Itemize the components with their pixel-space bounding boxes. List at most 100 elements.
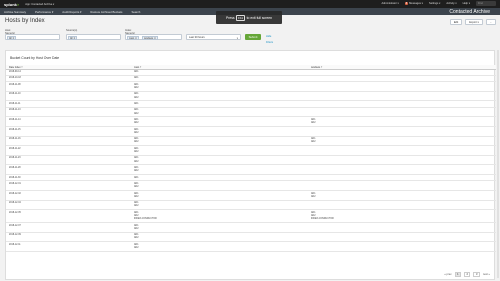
date-cell[interactable]: 2018-12-01 xyxy=(9,183,21,186)
main-cell[interactable]: AD1 AD2 xyxy=(134,93,138,99)
date-cell[interactable]: 2018-11-10 xyxy=(9,93,21,96)
page-2[interactable]: 2 xyxy=(464,272,471,277)
host-value: AD2 xyxy=(311,141,316,144)
windows-cell[interactable]: AD1 AD2 xyxy=(311,138,315,144)
index-token-main[interactable]: main ✕ xyxy=(127,36,139,40)
date-cell[interactable]: 2018-12-02 xyxy=(9,193,21,196)
main-cell[interactable]: AD1 AD2 xyxy=(134,225,138,231)
main-cell[interactable]: AD1 AD2 xyxy=(134,202,138,208)
table-row: 2018-11-15 AD1 AD2 xyxy=(6,127,496,137)
table-row: 2018-12-07 AD1 AD2 xyxy=(6,223,496,233)
host-value: INDEX-CONDUCTOR xyxy=(134,218,157,221)
hide-filters-link[interactable]: Hide Filters xyxy=(266,34,273,46)
date-cell[interactable]: 2018-12-11 xyxy=(9,244,21,247)
splunk-logo[interactable]: splunk> xyxy=(4,2,19,7)
date-cell[interactable]: 2018-11-15 xyxy=(9,129,21,132)
date-cell[interactable]: 2018-10-18 xyxy=(9,77,21,80)
source-multiselect[interactable]: All ✕ xyxy=(66,34,121,40)
date-cell[interactable]: 2018-12-05 xyxy=(9,212,21,215)
prev-page[interactable]: « prev xyxy=(444,273,451,276)
app-menu[interactable]: App: Contacted Archive ▾ xyxy=(25,3,54,6)
table-row: 2018-12-09 AD1 AD2 xyxy=(6,233,496,243)
export-button[interactable]: Export ▾ xyxy=(465,19,483,25)
date-cell[interactable]: 2018-11-23 xyxy=(9,157,21,160)
date-cell[interactable]: 2018-12-07 xyxy=(9,225,21,228)
nav-search[interactable]: Search xyxy=(131,10,140,14)
main-cell[interactable]: AD1 AD2 xyxy=(134,129,138,135)
help-menu[interactable]: Help ▾ xyxy=(463,2,470,5)
windows-cell[interactable]: AD1 AD2 xyxy=(311,119,315,125)
submit-button[interactable]: Submit xyxy=(245,34,261,40)
page-1[interactable]: 1 xyxy=(454,272,462,277)
main-cell[interactable]: AD1 xyxy=(134,103,138,106)
date-cell[interactable]: 2018-11-16 xyxy=(9,138,21,141)
main-cell[interactable]: AD1 AD2 xyxy=(134,148,138,154)
top-bar: splunk> App: Contacted Archive ▾ Adminis… xyxy=(0,0,500,8)
table-row: 2018-12-01 AD1 AD2 xyxy=(6,181,496,191)
main-cell[interactable]: AD1 AD2 xyxy=(134,157,138,163)
host-value: AD2 xyxy=(134,160,139,163)
edit-button[interactable]: Edit xyxy=(449,19,463,25)
main-cell[interactable]: AD1 xyxy=(134,77,138,80)
date-cell[interactable]: 2018-11-30 xyxy=(9,177,21,180)
table-row: 2018-11-13 AD1 AD2 xyxy=(6,108,496,118)
main-cell[interactable]: AD1 AD2 xyxy=(134,138,138,144)
main-cell[interactable]: AD1 AD2 xyxy=(134,84,138,90)
col-windows[interactable]: windows ˅ xyxy=(311,66,322,69)
nav-audit-reports[interactable]: Audit Reports ▾ xyxy=(62,10,81,14)
results-panel: Bucket Count by Host Over Date Date Inde… xyxy=(5,50,496,280)
date-cell[interactable]: 2018-11-13 xyxy=(9,109,21,112)
date-cell[interactable]: 2018-11-22 xyxy=(9,148,21,151)
table-row: 2018-11-16 AD1 AD2 AD1 AD2 xyxy=(6,137,496,147)
host-token[interactable]: All ✕ xyxy=(7,36,17,40)
index-multiselect[interactable]: main ✕ windows ✕ xyxy=(125,34,182,40)
time-picker[interactable]: Last 30 hours ▾ xyxy=(186,34,241,40)
settings-menu[interactable]: Settings ▾ xyxy=(429,2,440,5)
main-cell[interactable]: AD1 AD2 xyxy=(134,119,138,125)
date-cell[interactable]: 2018-11-28 xyxy=(9,167,21,170)
page-3[interactable]: 3 xyxy=(473,272,480,277)
host-value: AD2 xyxy=(134,170,139,173)
admin-menu[interactable]: Administrator ▾ xyxy=(381,2,398,5)
table-body: 2018-09-14 AD1 2018-10-18 AD1 2018-11-08 AD1 A… xyxy=(6,70,496,252)
nav-restore-archived-buckets[interactable]: Restore Archived Buckets xyxy=(90,10,122,14)
host-value: AD2 xyxy=(311,195,316,198)
app-title: Contacted Archive xyxy=(449,9,490,15)
vertical-scrollbar[interactable] xyxy=(497,50,499,278)
date-cell[interactable]: 2018-11-14 xyxy=(9,119,21,122)
date-cell[interactable]: 2018-09-14 xyxy=(9,71,21,74)
find-input[interactable]: Find xyxy=(476,1,496,6)
col-date-index[interactable]: Date Index ˅ xyxy=(9,66,23,69)
main-cell[interactable]: AD1 xyxy=(134,71,138,74)
main-cell[interactable]: AD1 AD2 xyxy=(134,244,138,250)
main-cell[interactable]: AD1 AD2 xyxy=(134,183,138,189)
host-multiselect[interactable]: All ✕ xyxy=(5,34,60,40)
main-cell[interactable]: AD1 AD2 xyxy=(134,109,138,115)
table-row: 2018-11-14 AD1 AD2 AD1 AD2 xyxy=(6,117,496,128)
main-cell[interactable]: AD1 xyxy=(134,177,138,180)
main-cell[interactable]: AD1 AD2 xyxy=(134,193,138,199)
windows-cell[interactable]: AD1 AD2 xyxy=(311,193,315,199)
source-token[interactable]: All ✕ xyxy=(68,36,78,40)
nav-performance[interactable]: Performance ▾ xyxy=(35,10,53,14)
index-token-windows[interactable]: windows ✕ xyxy=(142,36,158,40)
table-row: 2018-12-05 AD1 AD2 INDEX-CONDUCTOR AD1 AD2 IND… xyxy=(6,210,496,223)
nav-archive-summary[interactable]: Archive Summary xyxy=(4,10,26,14)
host-value: AD2 xyxy=(134,131,139,134)
host-value: AD2 xyxy=(134,151,139,154)
main-cell[interactable]: AD1 AD2 INDEX-CONDUCTOR xyxy=(134,212,157,222)
messages-menu[interactable]: 8 Messages ▾ xyxy=(404,2,423,5)
date-cell[interactable]: 2018-12-04 xyxy=(9,202,21,205)
date-cell[interactable]: 2018-11-11 xyxy=(9,103,20,106)
host-value: AD2 xyxy=(134,112,139,115)
more-button[interactable]: ... xyxy=(485,19,496,25)
main-cell[interactable]: AD1 AD2 xyxy=(134,234,138,240)
activity-menu[interactable]: Activity ▾ xyxy=(446,2,456,5)
windows-cell[interactable]: AD1 AD2 INDEX-CONDUCTOR xyxy=(311,212,334,222)
date-cell[interactable]: 2018-12-09 xyxy=(9,234,21,237)
date-cell[interactable]: 2018-11-08 xyxy=(9,84,21,87)
next-page[interactable]: next » xyxy=(483,273,490,276)
main-cell[interactable]: AD1 AD2 xyxy=(134,167,138,173)
host-value: AD2 xyxy=(134,205,139,208)
col-main[interactable]: main ˅ xyxy=(134,66,141,69)
